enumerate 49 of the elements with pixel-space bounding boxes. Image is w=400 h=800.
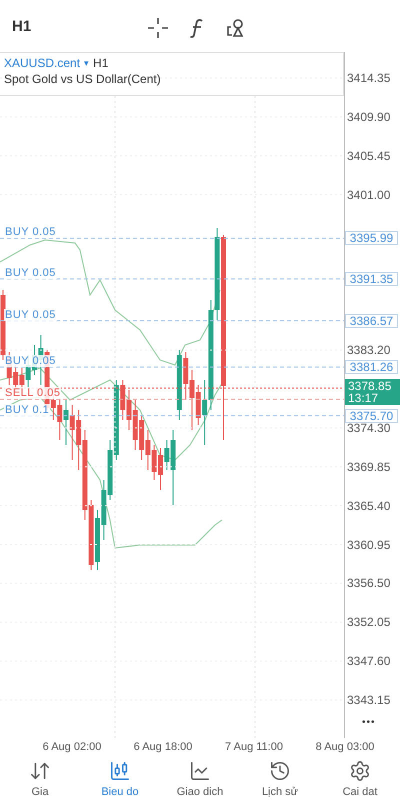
price-tick: 3360.95	[347, 538, 390, 552]
history-icon	[269, 760, 291, 782]
nav-tab[interactable]: Bieu do	[80, 760, 160, 800]
order-price-tag: 3381.26	[345, 360, 398, 374]
function-icon[interactable]	[190, 18, 204, 38]
price-tick: 3347.60	[347, 654, 390, 668]
more-button[interactable]: •••	[362, 717, 376, 728]
price-tick: 3405.45	[347, 148, 390, 163]
order-label[interactable]: BUY 0.05	[4, 355, 57, 368]
symbol-description: Spot Gold vs US Dollar(Cent)	[4, 72, 162, 86]
current-price: 3378.85	[348, 380, 392, 392]
order-label[interactable]: BUY 0.05	[4, 266, 57, 279]
line-chart-icon	[189, 760, 211, 782]
time-label: 8 Aug 03:00	[316, 741, 374, 753]
order-label[interactable]: SELL 0.05	[4, 387, 62, 400]
caret-icon[interactable]: ▾	[84, 58, 90, 68]
timeframe-label[interactable]: H1	[12, 18, 32, 34]
price-tick: 3374.30	[347, 420, 390, 435]
nav-tab[interactable]: Gia	[0, 760, 80, 800]
price-tick: 3409.90	[347, 110, 390, 124]
settings-icon	[349, 760, 371, 782]
order-label[interactable]: BUY 0.05	[4, 226, 57, 238]
price-tick: 3343.15	[347, 693, 390, 707]
shapes-icon[interactable]	[226, 18, 246, 38]
order-price-tag: 3386.57	[345, 314, 398, 328]
order-price-tag: 3395.99	[345, 231, 398, 246]
arrows-icon	[29, 760, 51, 782]
time-label: 7 Aug 11:00	[225, 741, 283, 753]
nav-tab[interactable]: Giao dich	[160, 760, 240, 800]
time-label: 6 Aug 02:00	[42, 741, 102, 753]
order-label[interactable]: BUY 0.05	[4, 308, 57, 321]
symbol-name[interactable]: XAUUSD.cent	[4, 56, 80, 70]
price-tick: 3356.50	[347, 576, 390, 590]
crosshair-icon[interactable]	[148, 18, 168, 38]
price-tick: 3352.05	[347, 615, 390, 630]
candlestick-icon	[109, 760, 131, 782]
order-price-tag: 3375.70	[345, 408, 398, 423]
nav-tab[interactable]: Cai dat	[320, 760, 400, 800]
timeframe-label: H1	[93, 56, 108, 70]
price-tick: 3383.20	[347, 343, 390, 358]
nav-tab[interactable]: Lịch sử	[240, 760, 320, 800]
bar-countdown: 13:17	[348, 392, 380, 404]
price-tick: 3369.85	[347, 460, 390, 474]
time-label: 6 Aug 18:00	[134, 741, 192, 753]
order-label[interactable]: BUY 0.1	[4, 404, 50, 416]
price-tick: 3401.00	[347, 188, 390, 202]
price-tick: 3365.40	[347, 498, 390, 513]
price-tick: 3414.35	[347, 71, 390, 85]
order-price-tag: 3391.35	[345, 272, 398, 286]
